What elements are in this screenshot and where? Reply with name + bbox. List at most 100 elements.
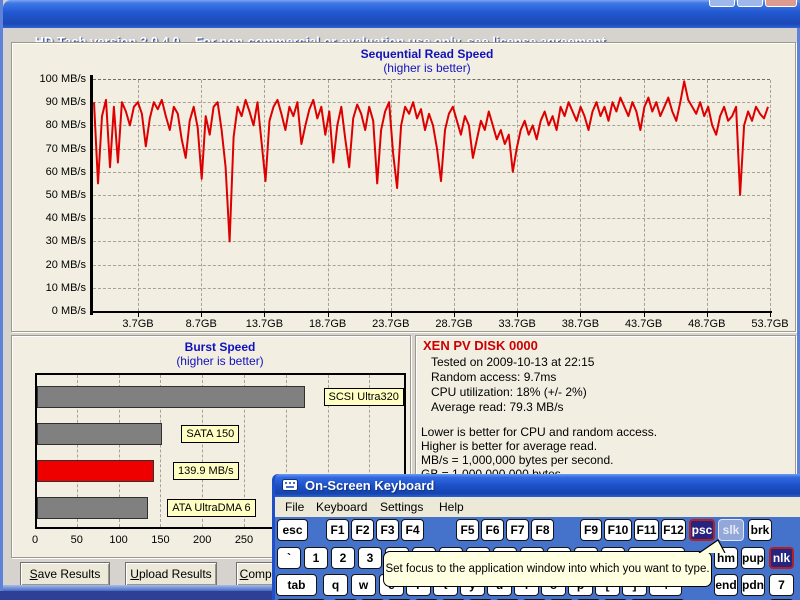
drive-info-note: Lower is better for CPU and random acces… <box>421 425 657 439</box>
osk-key-pup[interactable]: pup <box>741 547 765 569</box>
osk-key-F1[interactable]: F1 <box>326 519 349 541</box>
seq-x-tick <box>580 313 581 317</box>
seq-x-tick <box>707 313 708 317</box>
osk-key-psc[interactable]: psc <box>689 519 715 541</box>
seq-y-tick-label: 70 MB/s <box>24 143 86 155</box>
osk-key-F6[interactable]: F6 <box>481 519 504 541</box>
osk-menubar: File Keyboard Settings Help <box>275 497 800 517</box>
tooltip-pointer <box>674 539 734 553</box>
osk-tooltip-text: Set focus to the application window into… <box>385 563 709 575</box>
burst-x-tick-label: 0 <box>20 534 50 546</box>
save-results-accel: S <box>30 567 38 581</box>
osk-menu-help[interactable]: Help <box>439 497 464 517</box>
burst-bar-label: ATA UltraDMA 6 <box>167 499 255 517</box>
osk-key-F12[interactable]: F12 <box>661 519 686 541</box>
osk-key-F3[interactable]: F3 <box>376 519 399 541</box>
seq-x-tick <box>264 313 265 317</box>
drive-info-line: Random access: 9.7ms <box>431 370 556 384</box>
sequential-read-panel: Sequential Read Speed (higher is better)… <box>11 42 796 332</box>
burst-bar <box>37 423 162 445</box>
osk-key-end[interactable]: end <box>714 574 738 596</box>
seq-x-tick <box>201 313 202 317</box>
osk-key-nlk[interactable]: nlk <box>769 547 794 569</box>
seq-x-tick-label: 48.7GB <box>675 318 739 330</box>
close-button[interactable] <box>765 0 797 7</box>
burst-bar-label: SCSI Ultra320 <box>324 388 404 406</box>
osk-tooltip: Set focus to the application window into… <box>383 551 712 587</box>
osk-key-w[interactable]: w <box>351 574 376 596</box>
upload-results-accel: U <box>130 567 139 581</box>
seq-y-tick-label: 80 MB/s <box>24 119 86 131</box>
osk-key-esc[interactable]: esc <box>277 519 308 541</box>
burst-chart-subtitle: (higher is better) <box>70 354 370 368</box>
osk-key-q[interactable]: q <box>323 574 348 596</box>
osk-key-pdn[interactable]: pdn <box>741 574 765 596</box>
seq-y-tick-label: 30 MB/s <box>24 235 86 247</box>
seq-x-tick-label: 13.7GB <box>232 318 296 330</box>
burst-x-tick-label: 250 <box>229 534 259 546</box>
seq-x-tick-label: 43.7GB <box>612 318 676 330</box>
osk-key-F8[interactable]: F8 <box>531 519 554 541</box>
seq-y-tick-label: 60 MB/s <box>24 166 86 178</box>
osk-key-F10[interactable]: F10 <box>604 519 632 541</box>
drive-info-line: Tested on 2009-10-13 at 22:15 <box>431 355 594 369</box>
upload-results-button[interactable]: Upload Results <box>125 562 217 586</box>
seq-x-tick <box>138 313 139 317</box>
seq-x-tick <box>454 313 455 317</box>
osk-key-2[interactable]: 2 <box>331 547 355 569</box>
drive-info-line: CPU utilization: 18% (+/- 2%) <box>431 385 587 399</box>
seq-x-tick-label: 28.7GB <box>422 318 486 330</box>
maximize-button[interactable] <box>737 0 763 7</box>
osk-key-3[interactable]: 3 <box>358 547 382 569</box>
seq-gridline-v <box>770 80 771 311</box>
seq-y-tick-label: 50 MB/s <box>24 189 86 201</box>
burst-bar-label: SATA 150 <box>181 425 239 443</box>
compare-results-accel: C <box>240 567 249 581</box>
seq-x-tick-label: 38.7GB <box>548 318 612 330</box>
seq-x-tick-label: 18.7GB <box>296 318 360 330</box>
drive-info-note: MB/s = 1,000,000 bytes per second. <box>421 453 613 467</box>
osk-key-F2[interactable]: F2 <box>351 519 374 541</box>
burst-x-tick-label: 100 <box>104 534 134 546</box>
seq-x-tick <box>391 313 392 317</box>
osk-key-F7[interactable]: F7 <box>506 519 529 541</box>
seq-x-tick-label: 33.7GB <box>485 318 549 330</box>
osk-key-brk[interactable]: brk <box>748 519 772 541</box>
osk-key-tab[interactable]: tab <box>276 574 317 596</box>
save-results-button[interactable]: Save Results <box>20 562 110 586</box>
on-screen-keyboard-window: On-Screen Keyboard File Keyboard Settings H… <box>272 474 800 600</box>
osk-key-F4[interactable]: F4 <box>401 519 424 541</box>
osk-key-1[interactable]: 1 <box>304 547 328 569</box>
hdtach-titlebar: HD Tach version 3.0.4.0 - For non-commer… <box>3 0 800 28</box>
seq-x-tick-label: 8.7GB <box>169 318 233 330</box>
osk-titlebar: On-Screen Keyboard <box>275 474 800 497</box>
seq-chart-title: Sequential Read Speed <box>277 47 577 61</box>
keyboard-icon <box>282 479 298 491</box>
osk-menu-keyboard[interactable]: Keyboard <box>316 497 367 517</box>
seq-x-tick <box>644 313 645 317</box>
osk-key-x[interactable]: ` <box>277 547 301 569</box>
seq-x-tick-label: 23.7GB <box>359 318 423 330</box>
burst-bar-label: 139.9 MB/s <box>173 462 239 480</box>
upload-results-label: pload Results <box>139 567 212 581</box>
drive-info-line: Average read: 79.3 MB/s <box>431 400 564 414</box>
osk-key-F9[interactable]: F9 <box>580 519 602 541</box>
minimize-button[interactable] <box>709 0 735 7</box>
osk-key-slk[interactable]: slk <box>718 519 744 541</box>
osk-menu-file[interactable]: File <box>285 497 304 517</box>
burst-bar <box>37 497 148 519</box>
burst-x-tick-label: 150 <box>145 534 175 546</box>
seq-x-tick-label: 3.7GB <box>106 318 170 330</box>
seq-x-tick <box>517 313 518 317</box>
osk-key-F5[interactable]: F5 <box>456 519 479 541</box>
seq-x-tick <box>328 313 329 317</box>
osk-key-F11[interactable]: F11 <box>634 519 659 541</box>
seq-chart-subtitle: (higher is better) <box>277 61 577 75</box>
save-results-label: ave Results <box>38 567 101 581</box>
seq-y-tick-label: 0 MB/s <box>24 305 86 317</box>
drive-name: XEN PV DISK 0000 <box>423 338 538 353</box>
osk-menu-settings[interactable]: Settings <box>380 497 423 517</box>
burst-x-tick-label: 200 <box>187 534 217 546</box>
osk-key-7[interactable]: 7 <box>769 574 794 596</box>
burst-chart-title: Burst Speed <box>70 340 370 354</box>
